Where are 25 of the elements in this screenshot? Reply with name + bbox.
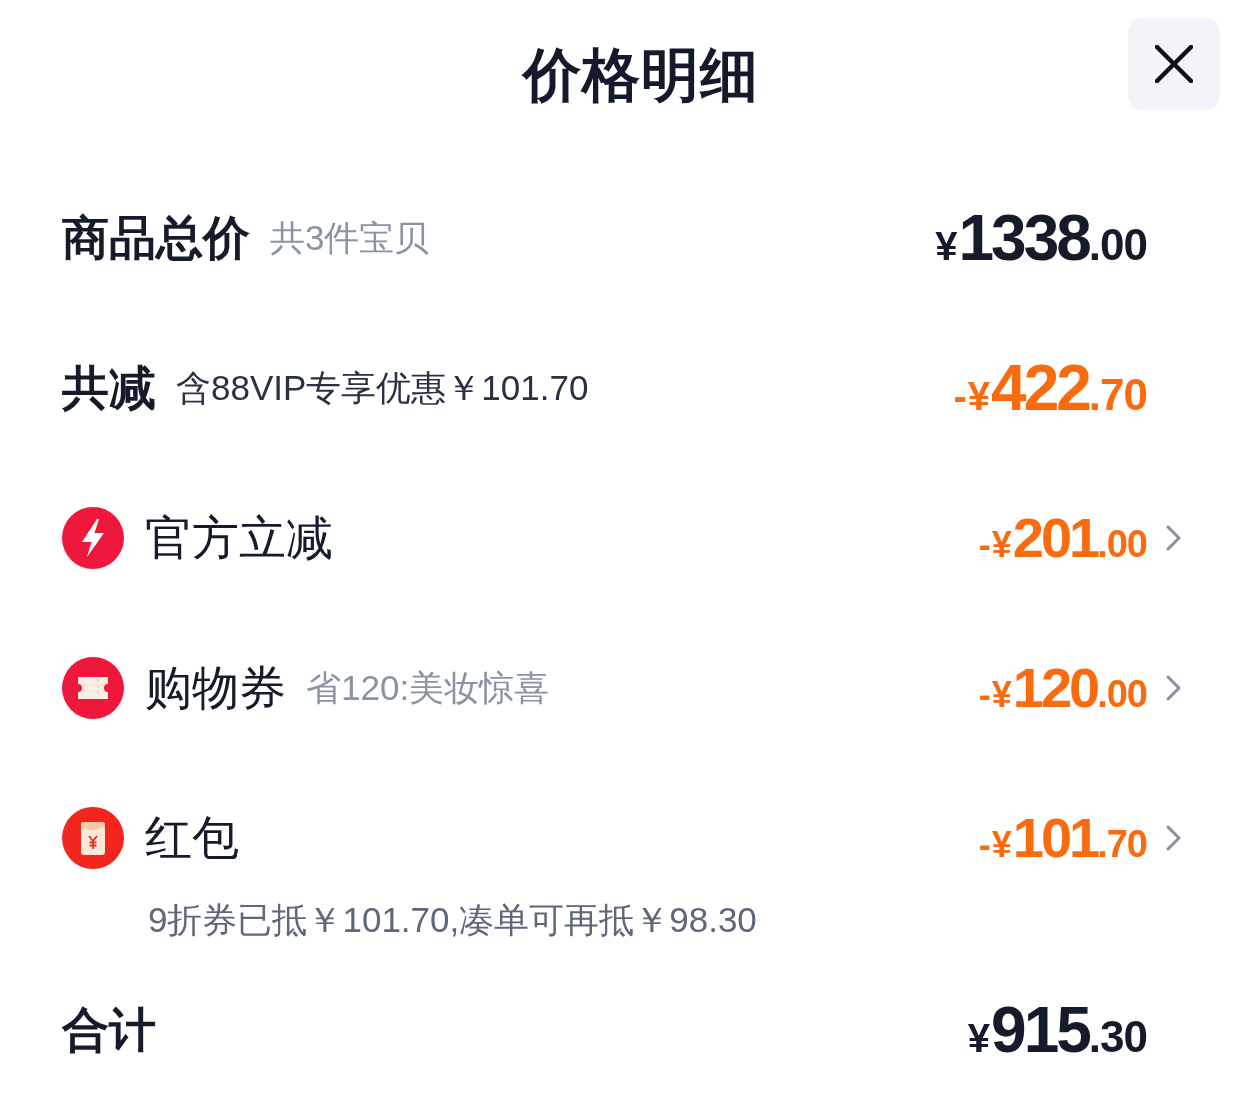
row-note: 省120:美妆惊喜 xyxy=(306,667,550,709)
row-label: 合计 xyxy=(62,1002,156,1058)
row-note: 共3件宝贝 xyxy=(270,217,430,259)
ticket-icon xyxy=(62,657,124,719)
envelope-icon xyxy=(62,807,124,869)
chevron-icon[interactable] xyxy=(1165,524,1182,552)
row-label: 商品总价 xyxy=(62,210,250,266)
chevron-icon[interactable] xyxy=(1165,824,1182,852)
row-detail: 9折券已抵￥101.70,凑单可再抵￥98.30 xyxy=(148,899,757,941)
price-amount: -¥422.70 xyxy=(953,356,1147,420)
row-label: 购物券 xyxy=(145,660,286,716)
row-note: 含88VIP专享优惠￥101.70 xyxy=(176,367,589,409)
row-label: 共减 xyxy=(62,360,156,416)
close-icon xyxy=(1155,45,1193,83)
price-amount: -¥101.70 xyxy=(978,810,1147,866)
price-amount: ¥915.30 xyxy=(967,998,1147,1062)
row-label: 红包 xyxy=(145,810,239,866)
lightning-icon xyxy=(62,507,124,569)
price-amount: ¥1338.00 xyxy=(935,206,1147,270)
price-amount: -¥201.00 xyxy=(978,510,1147,566)
dialog-title: 价格明细 xyxy=(520,41,760,109)
price-amount: -¥120.00 xyxy=(978,660,1147,716)
row-label: 官方立减 xyxy=(145,510,333,566)
close-button[interactable] xyxy=(1128,18,1220,110)
chevron-icon[interactable] xyxy=(1165,674,1182,702)
